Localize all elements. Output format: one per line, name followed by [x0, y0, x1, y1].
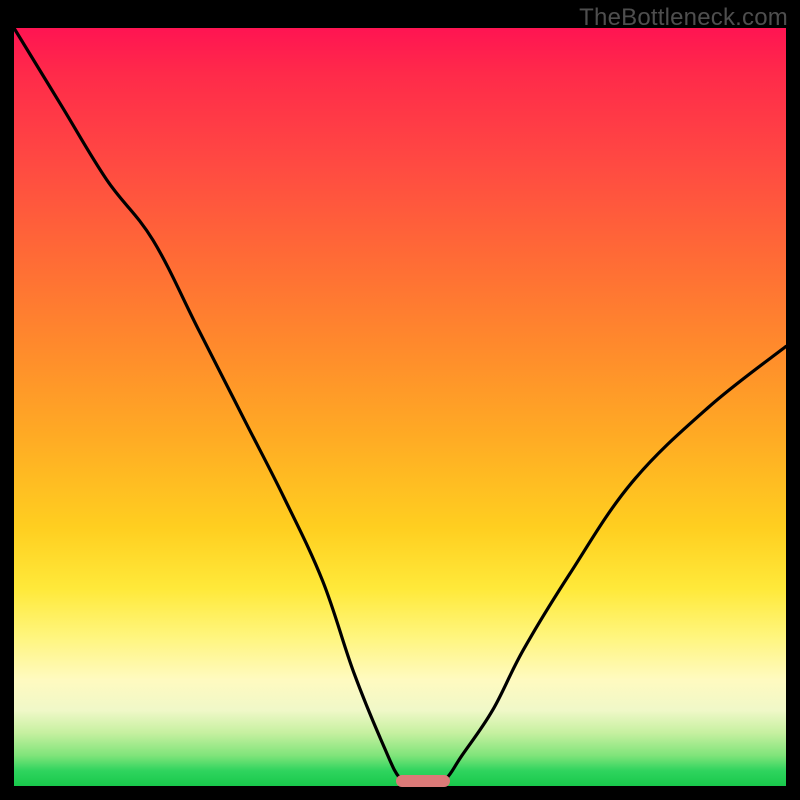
chart-frame: TheBottleneck.com — [0, 0, 800, 800]
plot-area — [14, 28, 786, 786]
bottleneck-curve — [14, 28, 786, 786]
optimum-marker — [396, 775, 450, 787]
